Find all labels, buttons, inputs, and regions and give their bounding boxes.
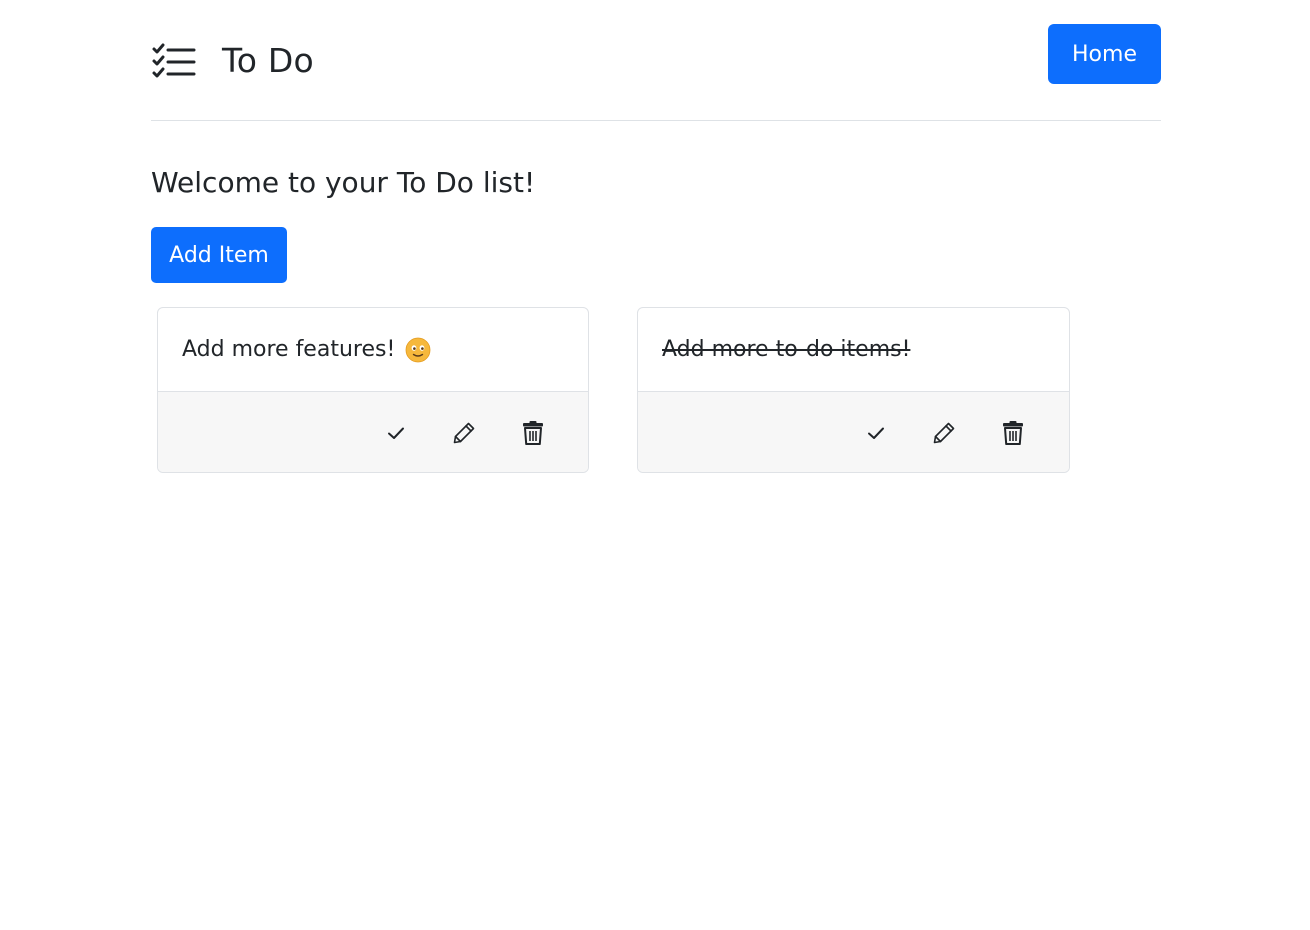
page-container: To Do Home Welcome to your To Do list! A… bbox=[151, 0, 1161, 477]
home-button[interactable]: Home bbox=[1048, 24, 1161, 84]
pencil-icon[interactable] bbox=[449, 418, 479, 448]
todo-text-wrapper: Add more to-do items! bbox=[662, 335, 910, 365]
app-header: To Do Home bbox=[151, 0, 1161, 121]
trash-icon[interactable] bbox=[518, 418, 548, 448]
todo-card: Add more features! bbox=[157, 307, 589, 473]
checklist-icon bbox=[151, 41, 197, 81]
todo-card-body: Add more to-do items! bbox=[638, 308, 1069, 392]
app-title: To Do bbox=[222, 41, 314, 80]
todo-text: Add more features! bbox=[182, 336, 396, 362]
todo-text-wrapper: Add more features! bbox=[182, 335, 431, 365]
smiling-face-icon bbox=[405, 337, 431, 363]
todo-card-body: Add more features! bbox=[158, 308, 588, 392]
todo-card-footer bbox=[158, 392, 588, 472]
trash-icon[interactable] bbox=[998, 418, 1028, 448]
todo-list: Add more features! Add more to-do items! bbox=[151, 307, 1161, 477]
page-title: Welcome to your To Do list! bbox=[151, 166, 536, 199]
todo-card-footer bbox=[638, 392, 1069, 472]
brand: To Do bbox=[151, 38, 314, 84]
add-item-button[interactable]: Add Item bbox=[151, 227, 287, 283]
todo-text-completed: Add more to-do items! bbox=[662, 336, 911, 362]
check-icon[interactable] bbox=[381, 418, 411, 448]
todo-card: Add more to-do items! bbox=[637, 307, 1070, 473]
check-icon[interactable] bbox=[861, 418, 891, 448]
pencil-icon[interactable] bbox=[929, 418, 959, 448]
